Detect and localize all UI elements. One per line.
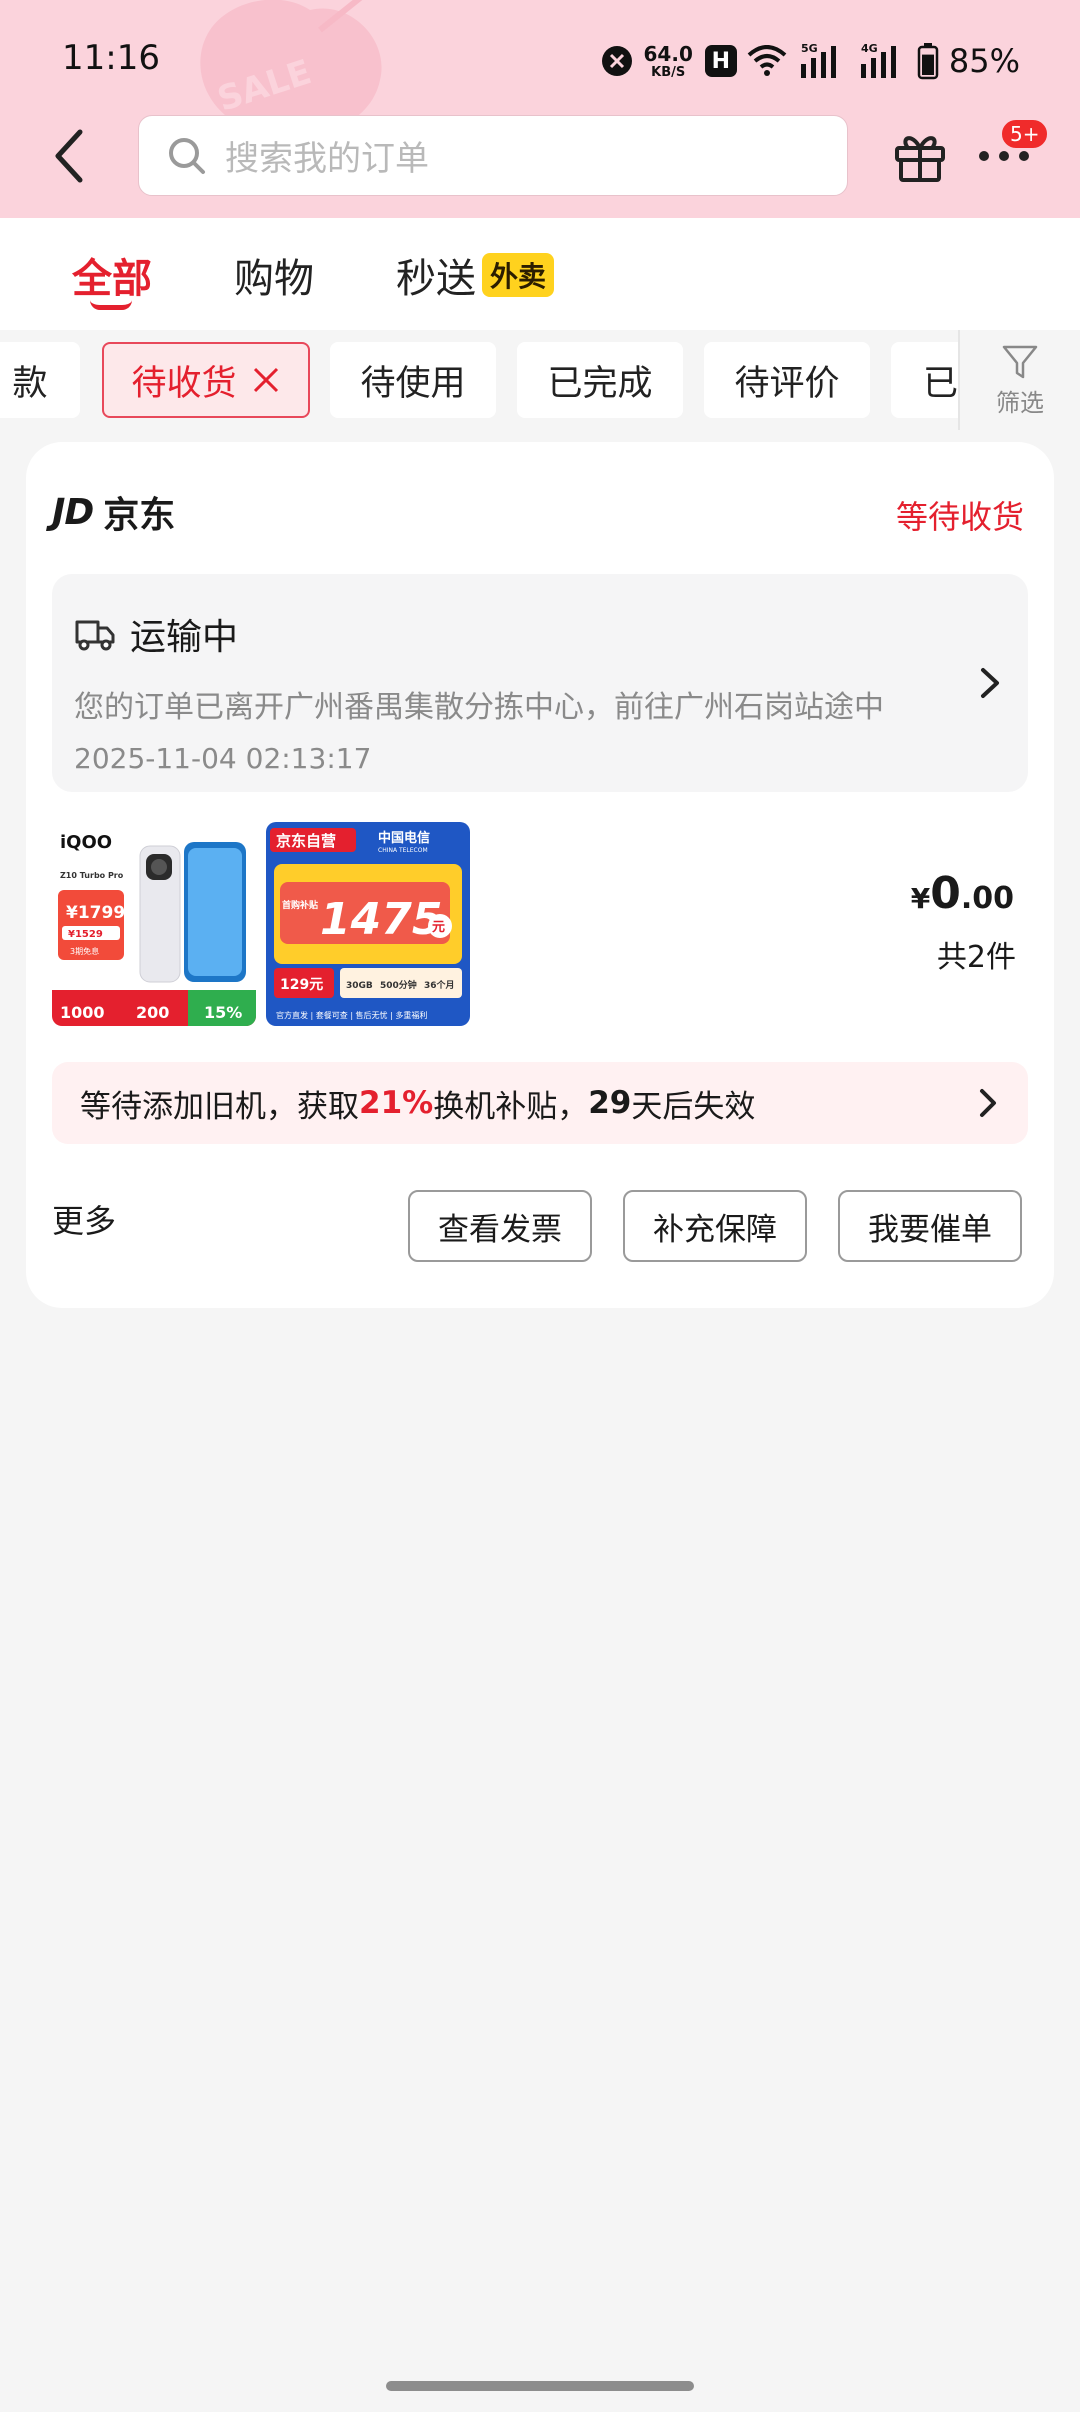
search-placeholder: 搜索我的订单 bbox=[225, 139, 429, 179]
add-protection-button[interactable]: 补充保障 bbox=[623, 1190, 807, 1262]
tradein-text-2: 换机补贴， bbox=[433, 1088, 589, 1125]
signal-4g-icon: 4G bbox=[860, 42, 896, 78]
back-arrow-icon[interactable] bbox=[50, 126, 90, 186]
battery-percent: 85% bbox=[948, 42, 1020, 80]
svg-text:¥1799: ¥1799 bbox=[66, 903, 125, 923]
signal-5g-icon: 5G bbox=[800, 42, 836, 78]
delivery-truck-icon bbox=[75, 620, 115, 651]
search-icon bbox=[169, 137, 205, 174]
tradein-days: 29 bbox=[588, 1085, 632, 1121]
filter-funnel-icon bbox=[1002, 345, 1038, 378]
search-input[interactable]: 搜索我的订单 bbox=[138, 115, 848, 196]
tab-all[interactable]: 全部 bbox=[72, 246, 152, 304]
network-speed: 64.0 KB/S bbox=[643, 41, 693, 80]
svg-text:元: 元 bbox=[432, 920, 445, 935]
svg-text:Z10 Turbo Pro: Z10 Turbo Pro bbox=[60, 871, 124, 880]
tradein-text-1: 等待添加旧机，获取 bbox=[80, 1088, 359, 1125]
tab-instant-delivery[interactable]: 秒送 外卖 bbox=[396, 246, 555, 304]
status-icons: 64.0 KB/S H 5G 4G 85% bbox=[600, 36, 1020, 86]
svg-text:4G: 4G bbox=[861, 42, 878, 55]
svg-text:30GB: 30GB bbox=[346, 981, 373, 991]
order-status: 等待收货 bbox=[895, 498, 1024, 536]
svg-text:首购补贴: 首购补贴 bbox=[282, 899, 318, 911]
chip-to-review[interactable]: 待评价 bbox=[704, 342, 870, 418]
chip-completed[interactable]: 已完成 bbox=[517, 342, 683, 418]
svg-text:¥1529: ¥1529 bbox=[68, 929, 103, 940]
wifi-icon bbox=[747, 45, 787, 76]
trade-in-banner[interactable]: 等待添加旧机，获取 21% 换机补贴， 29 天后失效 bbox=[52, 1062, 1028, 1144]
gift-icon[interactable] bbox=[892, 128, 948, 184]
svg-text:500分钟: 500分钟 bbox=[380, 979, 417, 991]
chip-pending-payment[interactable]: 款 bbox=[0, 342, 80, 418]
more-badge: 5+ bbox=[1000, 118, 1050, 150]
svg-text:官方直发 | 套餐可查 | 售后无忧 | 多重福利: 官方直发 | 套餐可查 | 售后无忧 | 多重福利 bbox=[276, 1010, 427, 1020]
logistics-panel[interactable]: 运输中 您的订单已离开广州番禺集散分拣中心，前往广州石岗站途中 2025-11-… bbox=[52, 574, 1028, 792]
urge-order-button[interactable]: 我要催单 bbox=[838, 1190, 1022, 1262]
view-invoice-button[interactable]: 查看发票 bbox=[408, 1190, 592, 1262]
logistics-title-label: 运输中 bbox=[130, 617, 239, 658]
status-bar: 11:16 64.0 KB/S H 5G 4G 85% bbox=[0, 0, 1080, 120]
chip-pending-receipt-label: 待收货 bbox=[131, 363, 237, 404]
svg-text:iQOO: iQOO bbox=[60, 832, 112, 853]
svg-text:200: 200 bbox=[136, 1003, 169, 1022]
product-image-telecom[interactable]: 京东自营 中国电信 CHINA TELECOM 首购补贴 1475 元 129元… bbox=[266, 822, 470, 1026]
tab-shopping[interactable]: 购物 bbox=[234, 246, 314, 304]
more-actions[interactable]: 更多 bbox=[52, 1196, 116, 1242]
svg-text:1475: 1475 bbox=[320, 894, 442, 945]
order-price: ¥ 0 .00 bbox=[910, 868, 1014, 919]
filter-label: 筛选 bbox=[996, 388, 1044, 417]
chevron-right-icon bbox=[981, 668, 999, 698]
svg-text:中国电信: 中国电信 bbox=[378, 830, 430, 846]
svg-text:京东自营: 京东自营 bbox=[276, 832, 336, 850]
tradein-text-3: 天后失效 bbox=[631, 1088, 756, 1125]
clock: 11:16 bbox=[62, 38, 160, 78]
chip-pending-receipt[interactable]: 待收货 bbox=[102, 342, 310, 418]
home-indicator[interactable] bbox=[386, 2381, 694, 2391]
battery-icon bbox=[917, 43, 939, 80]
clear-filter-icon[interactable] bbox=[251, 365, 281, 395]
item-count: 共2件 bbox=[936, 940, 1016, 975]
jd-logo: JD bbox=[52, 491, 94, 533]
logistics-title: 运输中 bbox=[74, 608, 238, 660]
logistics-time: 2025-11-04 02:13:17 bbox=[74, 742, 372, 775]
product-image-phone[interactable]: iQOO Z10 Turbo Pro ¥1799 ¥1529 3期免息 1000… bbox=[52, 822, 256, 1026]
tab-instant-delivery-label: 秒送 bbox=[396, 256, 476, 302]
logistics-description: 您的订单已离开广州番禺集散分拣中心，前往广州石岗站途中 bbox=[74, 690, 884, 725]
filter-button[interactable]: 筛选 bbox=[958, 330, 1080, 430]
svg-text:5G: 5G bbox=[801, 42, 818, 55]
takeout-tag: 外卖 bbox=[482, 253, 555, 297]
chevron-right-icon bbox=[980, 1089, 996, 1117]
svg-text:CHINA TELECOM: CHINA TELECOM bbox=[378, 847, 428, 854]
phone-product-art: iQOO Z10 Turbo Pro ¥1799 ¥1529 3期免息 1000… bbox=[52, 822, 256, 1026]
top-header: SALE 11:16 64.0 KB/S H 5G 4G 85% 搜索我的订单 … bbox=[0, 0, 1080, 218]
order-tabs: 全部 购物 秒送 外卖 bbox=[0, 218, 1080, 330]
status-filter-chips: 款 待收货 待使用 已完成 待评价 已 bbox=[0, 330, 1080, 440]
shop-name[interactable]: JD 京东 bbox=[52, 486, 175, 538]
order-card[interactable]: JD 京东 等待收货 运输中 您的订单已离开广州番禺集散分拣中心，前往广州石岗站… bbox=[26, 442, 1054, 1308]
svg-text:3期免息: 3期免息 bbox=[70, 946, 99, 956]
active-tab-underline bbox=[90, 300, 132, 310]
svg-text:36个月: 36个月 bbox=[424, 979, 455, 991]
hd-icon: H bbox=[704, 45, 737, 77]
svg-text:129元: 129元 bbox=[280, 977, 323, 993]
shop-name-label: 京东 bbox=[103, 495, 176, 536]
svg-text:15%: 15% bbox=[204, 1003, 242, 1022]
telecom-product-art: 京东自营 中国电信 CHINA TELECOM 首购补贴 1475 元 129元… bbox=[266, 822, 470, 1026]
notification-app-icon bbox=[601, 46, 632, 76]
tradein-percent: 21% bbox=[359, 1085, 434, 1121]
chip-to-use[interactable]: 待使用 bbox=[330, 342, 496, 418]
svg-text:1000: 1000 bbox=[60, 1003, 105, 1022]
